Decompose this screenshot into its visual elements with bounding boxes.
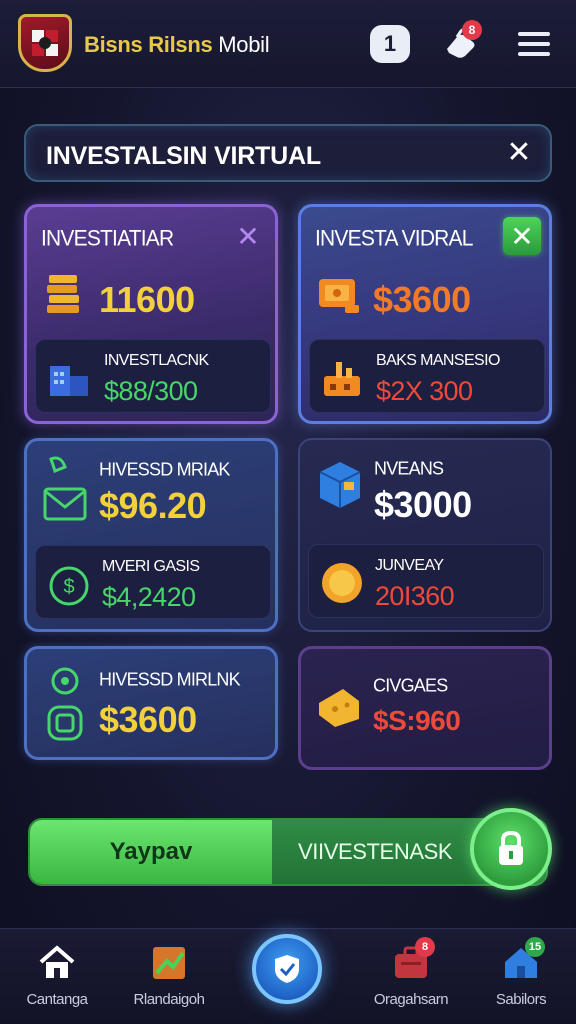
card-title: NVEANS <box>374 457 444 479</box>
building-stack-icon <box>50 366 88 396</box>
gold-bars-icon <box>47 275 79 313</box>
investment-card-4[interactable]: NVEANS $3000 JUNVEAY 20I360 <box>298 438 552 632</box>
shield-logo-icon[interactable] <box>18 14 72 72</box>
section-title-bar: INVESTALSIN VIRTUAL ✕ <box>24 124 552 182</box>
card-value: $S:960 <box>373 705 461 736</box>
lock-icon <box>499 830 523 865</box>
blue-box-icon <box>319 462 361 508</box>
nav-label: Rlandaigoh <box>133 991 205 1008</box>
home-icon <box>35 941 79 985</box>
close-icon[interactable]: ✕ <box>503 217 541 255</box>
pay-button[interactable]: Yaypav <box>30 820 272 884</box>
nav-badge: 8 <box>415 937 435 957</box>
investment-card-2[interactable]: INVESTA VIDRAL ✕ $3600 BAKS MANSESIO $2X… <box>298 204 552 424</box>
card-title: HIVESSD MRIAK <box>99 458 230 480</box>
section-title: INVESTALSIN VIRTUAL <box>46 142 321 170</box>
lock-button[interactable] <box>470 808 552 890</box>
house-icon: 15 <box>499 937 545 985</box>
investment-card-3[interactable]: HIVESSD MRIAK $96.20 $ MVERI GASIS $4,24… <box>24 438 278 632</box>
card-value: $3600 <box>99 699 197 740</box>
nav-label: Sabilors <box>495 991 547 1008</box>
investment-card-5[interactable]: HIVESSD MIRLNK $3600 <box>24 646 278 760</box>
nav-item-home[interactable]: Cantanga <box>2 941 112 1021</box>
notification-badge: 8 <box>462 20 482 40</box>
card-sub-panel: $ MVERI GASIS $4,2420 <box>35 545 271 619</box>
factory-icon <box>324 362 360 396</box>
card-sub-value: $4,2420 <box>102 582 196 612</box>
treasure-chest-icon <box>319 279 359 313</box>
svg-text:$: $ <box>63 576 74 598</box>
hamburger-menu-icon[interactable] <box>512 22 556 66</box>
notifications-button[interactable]: 8 <box>440 20 484 66</box>
close-icon[interactable]: ✕ <box>233 221 263 252</box>
card-sub-label: INVESTLACNK <box>104 352 209 369</box>
card-sub-panel: INVESTLACNK $88/300 <box>35 339 271 413</box>
top-bar: Bisns Rilsns Mobil 1 8 <box>0 0 576 88</box>
brand-name: Bisns Rilsns Mobil <box>84 32 270 58</box>
gold-coin-icon <box>322 563 362 603</box>
nav-item-portfolio[interactable]: Rlandaigoh <box>114 941 224 1021</box>
envelope-money-icon <box>43 456 87 521</box>
shield-check-icon <box>275 955 299 983</box>
cheese-block-icon <box>319 689 359 727</box>
card-sub-value: 20I360 <box>375 581 455 611</box>
card-sub-panel: JUNVEAY 20I360 <box>308 544 544 618</box>
gear-icon <box>47 667 83 741</box>
money-bag-icon: $ <box>49 566 89 606</box>
nav-label: Oragahsarn <box>373 991 449 1008</box>
brand-tail: Mobil <box>218 32 270 57</box>
brand-highlight: Bisns Rilsns <box>84 32 213 57</box>
close-icon[interactable]: ✕ <box>502 136 536 170</box>
card-title: CIVGAES <box>373 674 448 696</box>
investment-card-6[interactable]: CIVGAES $S:960 <box>298 646 552 770</box>
card-title: INVESTA VIDRAL <box>315 226 473 251</box>
card-value: $96.20 <box>99 485 207 526</box>
briefcase-icon: 8 <box>389 937 435 985</box>
card-title: INVESTIATIAR <box>41 226 174 251</box>
center-action-button[interactable] <box>252 934 322 1004</box>
card-value: $3000 <box>374 484 472 525</box>
card-sub-label: JUNVEAY <box>375 557 444 574</box>
chart-book-icon <box>147 941 191 985</box>
investment-card-1[interactable]: INVESTIATIAR ✕ 11600 INVESTLACNK $88/300 <box>24 204 278 424</box>
card-title: HIVESSD MIRLNK <box>99 668 241 690</box>
card-value: $3600 <box>373 279 471 320</box>
card-sub-label: MVERI GASIS <box>102 558 200 575</box>
crest-icon <box>32 30 58 56</box>
chat-bubble-icon: 1 <box>370 25 410 63</box>
card-sub-value: $88/300 <box>104 376 198 406</box>
card-value: 11600 <box>99 279 195 320</box>
nav-label: Cantanga <box>26 991 88 1008</box>
nav-item-messages[interactable]: 8 Oragahsarn <box>356 937 466 1021</box>
nav-badge: 15 <box>525 937 545 957</box>
card-sub-panel: BAKS MANSESIO $2X 300 <box>309 339 545 413</box>
card-sub-value: $2X 300 <box>376 376 473 406</box>
chat-count: 1 <box>383 31 397 56</box>
chat-button[interactable]: 1 <box>368 22 412 66</box>
nav-item-settings[interactable]: 15 Sabilors <box>466 937 576 1021</box>
card-sub-label: BAKS MANSESIO <box>376 352 500 369</box>
